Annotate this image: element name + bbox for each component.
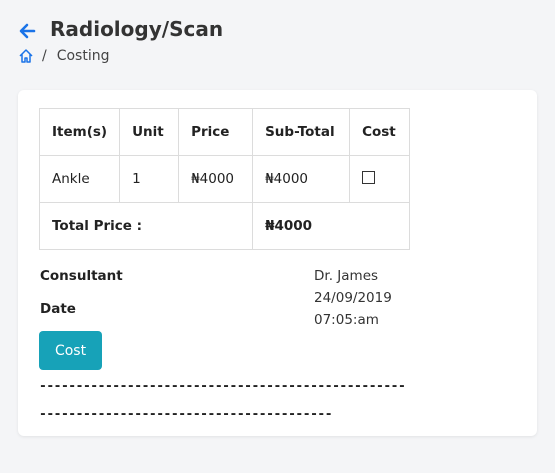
separator-line: ----------------------------------------… [39,379,406,422]
home-icon[interactable] [18,48,34,64]
cost-table: Item(s) Unit Price Sub-Total Cost Ankle … [38,108,411,250]
col-header-items: Item(s) [38,108,121,156]
total-value: ₦4000 [252,202,411,250]
cell-cost [349,155,411,203]
page-title: Radiology/Scan [50,17,224,41]
breadcrumb-current: Costing [56,48,110,64]
cost-button[interactable]: Cost [39,331,102,370]
col-header-price: Price [178,108,254,156]
page-header: Radiology/Scan / Costing [0,0,555,88]
cell-item: Ankle [38,155,121,203]
table-row: Ankle 1 ₦4000 ₦4000 [38,155,411,203]
consultant-label: Consultant [40,268,123,284]
date-value: 24/09/2019 [314,290,392,306]
breadcrumb: / Costing [18,48,110,64]
cell-unit: 1 [119,155,180,203]
cell-subtotal: ₦4000 [252,155,351,203]
total-label: Total Price : [38,202,254,250]
breadcrumb-separator: / [42,48,47,64]
back-arrow-icon[interactable] [18,22,36,40]
col-header-unit: Unit [119,108,180,156]
cost-checkbox[interactable] [362,170,376,184]
col-header-subtotal: Sub-Total [252,108,351,156]
costing-card: Item(s) Unit Price Sub-Total Cost Ankle … [18,90,537,436]
consultant-value: Dr. James [314,268,379,284]
date-label: Date [40,301,76,317]
col-header-cost: Cost [349,108,411,156]
total-row: Total Price : ₦4000 [38,202,411,250]
cell-price: ₦4000 [178,155,254,203]
time-value: 07:05:am [314,312,379,328]
table-header-row: Item(s) Unit Price Sub-Total Cost [38,108,411,156]
